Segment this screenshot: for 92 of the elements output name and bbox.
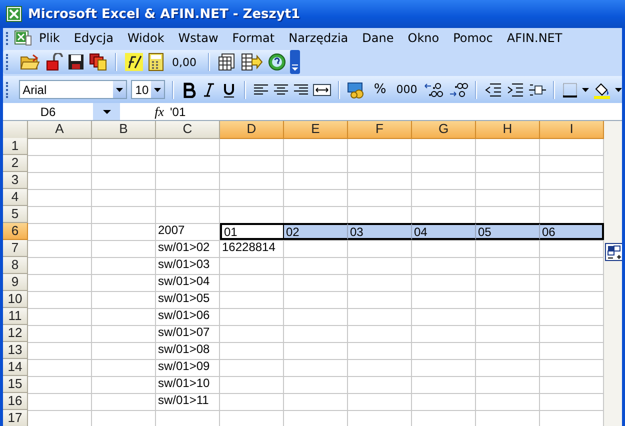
table-cell-text: sw/01>09 <box>157 359 211 375</box>
row-header[interactable]: 17 <box>3 410 28 426</box>
workbook-icon[interactable] <box>14 30 32 46</box>
table-cell: 05 <box>476 223 540 240</box>
number-format-button[interactable]: 0,00 <box>169 54 200 70</box>
row-header[interactable]: 10 <box>3 291 28 308</box>
table-cell-text: 2007 <box>157 223 186 239</box>
table-icon[interactable] <box>218 53 236 71</box>
text-direction-icon[interactable] <box>528 82 546 98</box>
menu-item[interactable]: Edycja <box>66 29 120 47</box>
table-cell-text: sw/01>05 <box>157 291 211 307</box>
column-header[interactable]: D <box>220 121 284 139</box>
increase-indent-icon[interactable] <box>506 82 524 98</box>
row-header[interactable]: 9 <box>3 274 28 291</box>
bold-icon[interactable] <box>181 82 198 98</box>
table-arrow-icon[interactable] <box>240 53 262 71</box>
row-header[interactable]: 5 <box>3 206 28 223</box>
menu-item[interactable]: Dane <box>355 29 401 47</box>
menu-item[interactable]: Okno <box>400 29 446 47</box>
table-cell: 03 <box>348 223 412 240</box>
table-cell-text: sw/01>10 <box>157 376 211 392</box>
column-header[interactable]: C <box>156 121 220 139</box>
align-right-icon[interactable] <box>293 82 309 98</box>
toolbar-options-icon[interactable] <box>290 50 300 74</box>
insert-function-button[interactable]: fx <box>120 104 170 120</box>
autofill-options-icon[interactable] <box>605 243 622 261</box>
thousands-button[interactable]: 000 <box>393 81 420 98</box>
menu-item[interactable]: Narzędzia <box>282 29 356 47</box>
table-cell-text: sw/01>11 <box>157 393 210 409</box>
align-left-icon[interactable] <box>253 82 269 98</box>
align-center-icon[interactable] <box>273 82 289 98</box>
row-header[interactable]: 12 <box>3 325 28 342</box>
menu-item[interactable]: AFIN.NET <box>500 29 570 47</box>
fill-color-icon[interactable] <box>592 80 611 98</box>
table-cell: 06 <box>540 223 604 240</box>
column-header[interactable]: I <box>540 121 604 139</box>
table-cell: 02 <box>284 223 348 240</box>
menu-item[interactable]: Wstaw <box>171 29 226 47</box>
caret-icon[interactable] <box>116 88 124 92</box>
menu-item[interactable]: Widok <box>120 29 172 47</box>
row-header[interactable]: 6 <box>3 223 28 240</box>
table-cell: 01 <box>220 223 284 240</box>
row-header[interactable]: 15 <box>3 376 28 393</box>
row-header[interactable]: 4 <box>3 189 28 206</box>
column-header[interactable]: A <box>28 121 92 139</box>
calculator-icon[interactable] <box>148 53 164 71</box>
padlock-icon[interactable] <box>45 53 63 71</box>
save-icon[interactable] <box>68 54 84 70</box>
row-header[interactable]: 11 <box>3 308 28 325</box>
menu-item[interactable]: Format <box>225 29 282 47</box>
menu-item[interactable]: Pomoc <box>446 29 500 47</box>
table-cell: 04 <box>412 223 476 240</box>
table-cell-text: sw/01>07 <box>157 325 211 341</box>
column-header[interactable]: B <box>92 121 156 139</box>
caret-icon[interactable] <box>614 88 622 92</box>
menu-item[interactable]: Plik <box>32 29 67 47</box>
column-header[interactable]: F <box>348 121 412 139</box>
table-cell-text: sw/01>03 <box>157 257 211 273</box>
table-cell-text: sw/01>02 <box>157 240 211 256</box>
merge-center-icon[interactable] <box>313 82 331 98</box>
column-header[interactable]: H <box>476 121 540 139</box>
caret-icon[interactable] <box>154 88 162 92</box>
row-header[interactable]: 3 <box>3 172 28 189</box>
name-box[interactable]: D6 <box>3 103 120 120</box>
table-cell-text: sw/01>08 <box>157 342 211 358</box>
percent-button[interactable]: % <box>370 80 390 99</box>
table-cell-text: 16228814 <box>221 240 276 256</box>
row-header[interactable]: 14 <box>3 359 28 376</box>
table-cell-text: sw/01>06 <box>157 308 211 324</box>
window-title: Microsoft Excel & AFIN.NET - Zeszyt1 <box>28 6 300 22</box>
row-header[interactable]: 13 <box>3 342 28 359</box>
help-icon[interactable] <box>268 53 286 71</box>
caret-icon[interactable] <box>582 88 589 92</box>
copies-icon[interactable] <box>89 53 107 71</box>
decrease-indent-icon[interactable] <box>484 82 502 98</box>
open-folder-icon[interactable] <box>20 53 40 71</box>
row-header[interactable]: 8 <box>3 257 28 274</box>
decrease-decimal-icon[interactable] <box>448 80 468 98</box>
row-header[interactable]: 1 <box>3 138 28 155</box>
formula-field[interactable]: '01 <box>170 104 622 118</box>
table-cell-text: sw/01>04 <box>157 274 211 290</box>
function-pen-icon[interactable] <box>125 53 143 71</box>
increase-decimal-icon[interactable] <box>424 80 444 98</box>
column-header[interactable]: G <box>412 121 476 139</box>
excel-icon <box>6 6 22 22</box>
column-header[interactable]: E <box>284 121 348 139</box>
borders-icon[interactable] <box>562 82 578 98</box>
font-field[interactable]: Arial <box>18 80 128 99</box>
row-header[interactable]: 16 <box>3 393 28 410</box>
row-header[interactable]: 7 <box>3 240 28 257</box>
row-header[interactable]: 2 <box>3 155 28 172</box>
font-size-field[interactable]: 10 <box>131 80 166 99</box>
